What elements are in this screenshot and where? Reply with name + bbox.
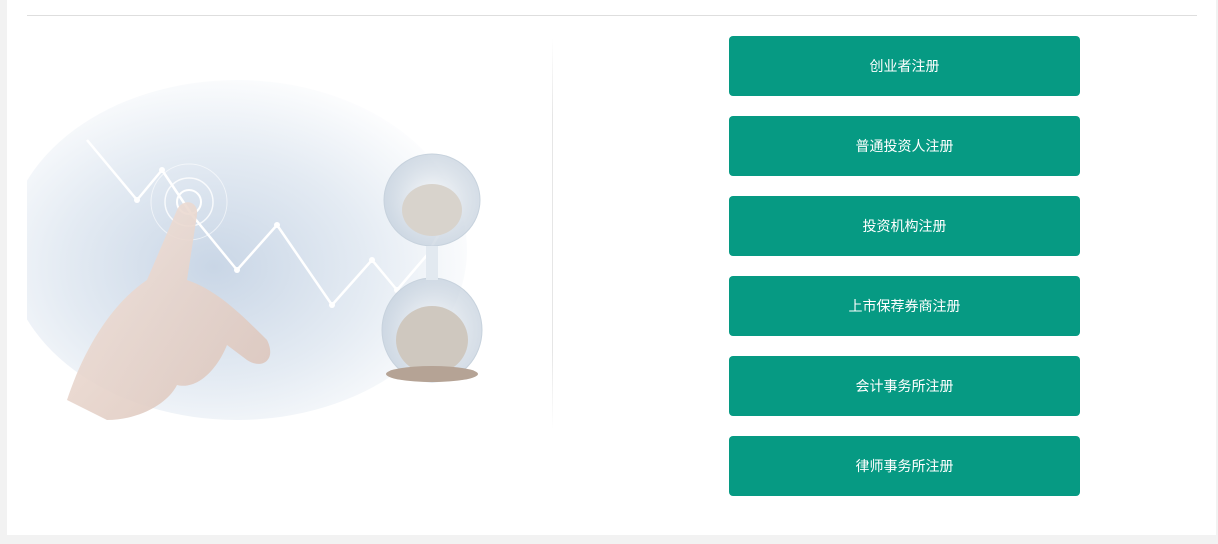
law-firm-register-button[interactable]: 律师事务所注册 (729, 436, 1080, 496)
register-panel: 创业者注册 普通投资人注册 投资机构注册 上市保荐券商注册 会计事务所注册 律师… (7, 0, 1216, 535)
accounting-firm-register-button[interactable]: 会计事务所注册 (729, 356, 1080, 416)
hero-illustration-icon (7, 80, 488, 420)
investor-register-button[interactable]: 普通投资人注册 (729, 116, 1080, 176)
institution-register-button[interactable]: 投资机构注册 (729, 196, 1080, 256)
entrepreneur-register-button[interactable]: 创业者注册 (729, 36, 1080, 96)
hero-illustration (7, 40, 517, 420)
broker-register-button[interactable]: 上市保荐券商注册 (729, 276, 1080, 336)
top-divider (27, 15, 1197, 16)
register-button-list: 创业者注册 普通投资人注册 投资机构注册 上市保荐券商注册 会计事务所注册 律师… (729, 36, 1080, 516)
vertical-divider (552, 38, 553, 430)
